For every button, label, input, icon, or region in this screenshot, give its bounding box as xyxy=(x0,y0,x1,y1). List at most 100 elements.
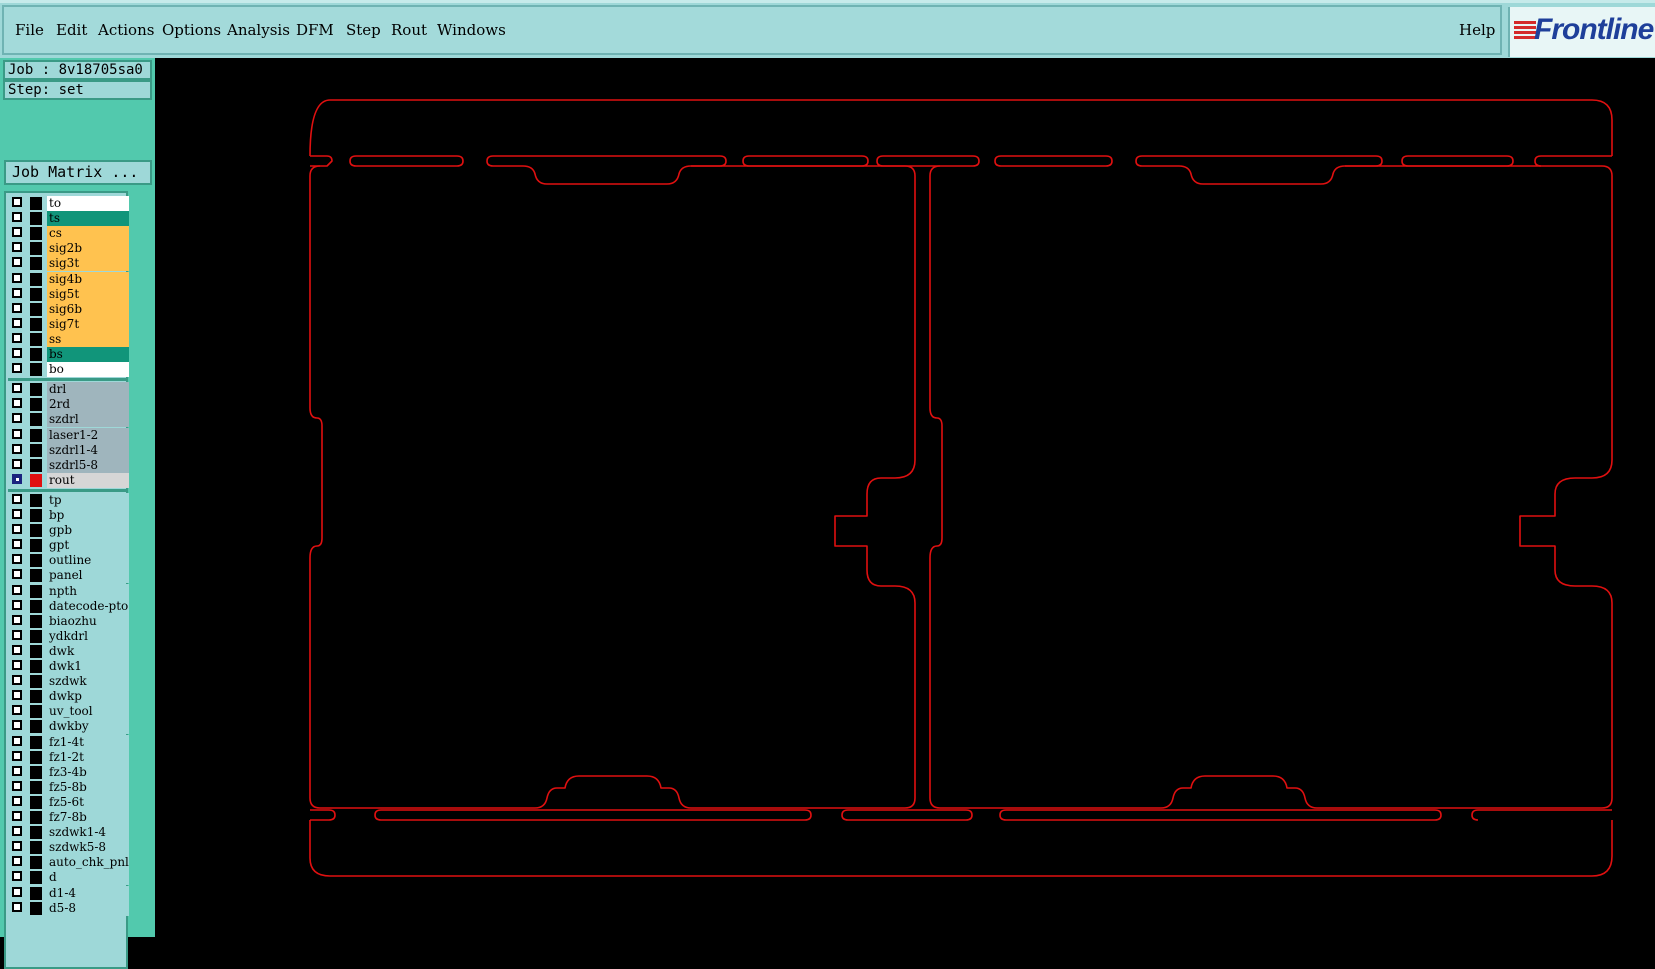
layer-color-swatch[interactable] xyxy=(30,473,42,487)
layer-row[interactable]: szdwk xyxy=(10,674,129,690)
layer-color-swatch[interactable] xyxy=(30,383,42,397)
layer-color-swatch[interactable] xyxy=(30,227,42,241)
layer-name-label[interactable]: biaozhu xyxy=(47,613,129,629)
layer-row[interactable]: d1-4 xyxy=(10,885,129,901)
layer-color-swatch[interactable] xyxy=(30,413,42,427)
layer-checkbox[interactable] xyxy=(12,539,22,550)
layer-name-label[interactable]: datecode-pto xyxy=(47,598,129,614)
layer-checkbox[interactable] xyxy=(12,257,22,268)
layer-row[interactable]: rout xyxy=(10,472,129,488)
layer-name-label[interactable]: rout xyxy=(47,472,129,488)
layer-name-label[interactable]: szdwk1-4 xyxy=(47,825,129,841)
layer-row[interactable]: to xyxy=(10,196,129,211)
layer-checkbox[interactable] xyxy=(12,458,22,469)
layer-checkbox[interactable] xyxy=(12,660,22,670)
menu-analysis[interactable]: Analysis xyxy=(227,21,290,39)
layer-name-label[interactable]: sig5t xyxy=(47,286,129,302)
layer-checkbox[interactable] xyxy=(12,599,22,610)
layer-row[interactable]: sig7t xyxy=(10,316,129,332)
layer-name-label[interactable]: sig3t xyxy=(47,256,129,272)
layer-name-label[interactable]: bp xyxy=(47,508,129,523)
layer-color-swatch[interactable] xyxy=(30,458,42,472)
layer-color-swatch[interactable] xyxy=(30,242,42,256)
layer-checkbox[interactable] xyxy=(12,614,22,625)
layer-row[interactable]: fz1-2t xyxy=(10,749,129,765)
layer-name-label[interactable]: auto_chk_pnl xyxy=(47,855,129,871)
layer-row[interactable]: fz5-8b xyxy=(10,779,129,795)
layer-color-swatch[interactable] xyxy=(30,428,42,442)
layer-row[interactable]: dwk xyxy=(10,643,129,659)
layer-checkbox[interactable] xyxy=(12,644,22,655)
layer-checkbox[interactable] xyxy=(12,871,22,882)
layer-row[interactable]: szdwk1-4 xyxy=(10,825,129,841)
layer-color-swatch[interactable] xyxy=(30,317,42,331)
layer-checkbox[interactable] xyxy=(12,443,22,454)
layer-color-swatch[interactable] xyxy=(30,509,42,522)
layer-checkbox[interactable] xyxy=(12,735,22,746)
layer-row[interactable]: tp xyxy=(10,492,129,508)
layer-name-label[interactable]: ss xyxy=(47,331,129,347)
layer-checkbox[interactable] xyxy=(12,302,22,313)
layer-name-label[interactable]: fz5-8b xyxy=(47,779,129,795)
layer-name-label[interactable]: d1-4 xyxy=(47,885,129,901)
layer-row[interactable]: 2rd xyxy=(10,397,129,413)
layer-color-swatch[interactable] xyxy=(30,599,42,613)
layer-color-swatch[interactable] xyxy=(30,197,42,210)
layer-checkbox[interactable] xyxy=(12,398,22,409)
layer-row[interactable]: dwk1 xyxy=(10,659,129,674)
layer-name-label[interactable]: sig6b xyxy=(47,301,129,317)
layer-checkbox[interactable] xyxy=(12,413,22,424)
layer-color-swatch[interactable] xyxy=(30,257,42,271)
layer-checkbox[interactable] xyxy=(12,383,22,394)
layer-color-swatch[interactable] xyxy=(30,584,42,598)
layer-row[interactable]: sig5t xyxy=(10,286,129,302)
layer-color-swatch[interactable] xyxy=(30,493,42,507)
layer-color-swatch[interactable] xyxy=(30,720,42,734)
layer-name-label[interactable]: laser1-2 xyxy=(47,427,129,443)
layer-row[interactable]: dwkp xyxy=(10,689,129,705)
layer-color-swatch[interactable] xyxy=(30,554,42,568)
layer-row[interactable]: drl xyxy=(10,382,129,398)
layer-name-label[interactable]: fz1-4t xyxy=(47,734,129,750)
layer-name-label[interactable]: szdrl xyxy=(47,412,129,428)
layer-row[interactable]: szdrl5-8 xyxy=(10,457,129,473)
layer-name-label[interactable]: gpb xyxy=(47,523,129,539)
layer-name-label[interactable]: sig4b xyxy=(47,271,129,287)
layer-color-swatch[interactable] xyxy=(30,272,42,286)
graphics-canvas[interactable] xyxy=(155,58,1655,937)
layer-name-label[interactable]: bs xyxy=(47,347,129,362)
layer-checkbox[interactable] xyxy=(12,629,22,640)
layer-name-label[interactable]: 2rd xyxy=(47,397,129,413)
layer-color-swatch[interactable] xyxy=(30,569,42,583)
layer-checkbox[interactable] xyxy=(12,493,22,504)
menu-file[interactable]: File xyxy=(15,21,44,39)
layer-color-swatch[interactable] xyxy=(30,856,42,870)
layer-row[interactable]: bo xyxy=(10,362,129,378)
layer-row[interactable]: biaozhu xyxy=(10,613,129,629)
layer-checkbox[interactable] xyxy=(12,317,22,328)
menu-dfm[interactable]: DFM xyxy=(296,21,334,39)
layer-name-label[interactable]: dwk1 xyxy=(47,659,129,674)
layer-row[interactable]: sig2b xyxy=(10,241,129,257)
layer-checkbox[interactable] xyxy=(12,705,22,716)
layer-row[interactable]: ydkdrl xyxy=(10,628,129,644)
layer-checkbox[interactable] xyxy=(12,795,22,806)
layer-name-label[interactable]: dwk xyxy=(47,643,129,659)
layer-checkbox[interactable] xyxy=(12,690,22,701)
layer-row[interactable]: ss xyxy=(10,331,129,347)
layer-row[interactable]: ts xyxy=(10,211,129,227)
job-matrix-button[interactable]: Job Matrix ... xyxy=(4,160,152,185)
layer-checkbox[interactable] xyxy=(12,675,22,686)
layer-row[interactable]: d xyxy=(10,870,129,886)
layer-checkbox[interactable] xyxy=(12,765,22,776)
layer-checkbox[interactable] xyxy=(12,780,22,791)
layer-row[interactable]: cs xyxy=(10,226,129,242)
layer-name-label[interactable]: szdrl1-4 xyxy=(47,442,129,458)
layer-row[interactable]: szdrl xyxy=(10,412,129,428)
layer-row[interactable]: gpt xyxy=(10,538,129,554)
layer-color-swatch[interactable] xyxy=(30,826,42,840)
layer-color-swatch[interactable] xyxy=(30,660,42,673)
layer-checkbox[interactable] xyxy=(12,750,22,761)
layer-row[interactable]: gpb xyxy=(10,523,129,539)
layer-color-swatch[interactable] xyxy=(30,705,42,719)
